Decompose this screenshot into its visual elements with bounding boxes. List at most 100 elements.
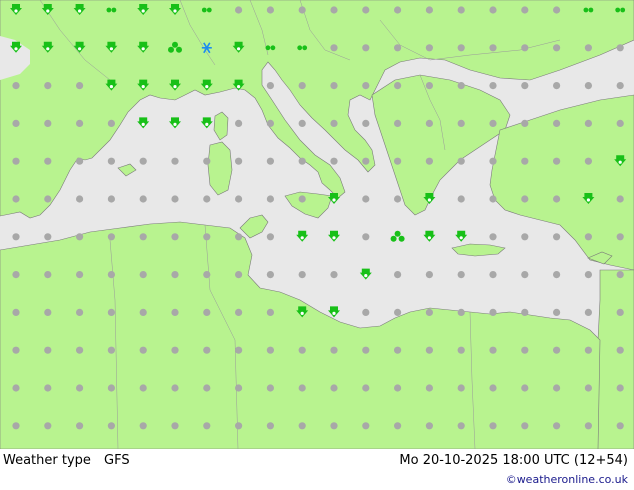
no-precipitation-dot bbox=[457, 308, 465, 316]
no-precipitation-dot bbox=[489, 6, 497, 14]
no-precipitation-dot bbox=[616, 422, 624, 430]
no-precipitation-dot bbox=[616, 233, 624, 241]
no-precipitation-dot bbox=[203, 422, 211, 430]
no-precipitation-dot bbox=[553, 44, 561, 52]
no-precipitation-dot bbox=[76, 233, 84, 241]
no-precipitation-dot bbox=[76, 308, 84, 316]
no-precipitation-dot bbox=[330, 82, 338, 90]
no-precipitation-dot bbox=[139, 233, 147, 241]
no-precipitation-dot bbox=[298, 119, 306, 127]
no-precipitation-dot bbox=[298, 384, 306, 392]
no-precipitation-dot bbox=[489, 195, 497, 203]
no-precipitation-dot bbox=[616, 195, 624, 203]
no-precipitation-dot bbox=[489, 346, 497, 354]
no-precipitation-dot bbox=[12, 195, 20, 203]
no-precipitation-dot bbox=[489, 233, 497, 241]
no-precipitation-dot bbox=[394, 119, 402, 127]
no-precipitation-dot bbox=[12, 384, 20, 392]
no-precipitation-dot bbox=[394, 346, 402, 354]
no-precipitation-dot bbox=[521, 271, 529, 279]
no-precipitation-dot bbox=[139, 271, 147, 279]
no-precipitation-dot bbox=[425, 44, 433, 52]
no-precipitation-dot bbox=[235, 157, 243, 165]
no-precipitation-dot bbox=[76, 82, 84, 90]
map-canvas bbox=[0, 0, 634, 449]
no-precipitation-dot bbox=[362, 195, 370, 203]
no-precipitation-dot bbox=[139, 346, 147, 354]
no-precipitation-dot bbox=[12, 82, 20, 90]
no-precipitation-dot bbox=[107, 308, 115, 316]
no-precipitation-dot bbox=[44, 271, 52, 279]
no-precipitation-dot bbox=[457, 119, 465, 127]
no-precipitation-dot bbox=[139, 384, 147, 392]
no-precipitation-dot bbox=[235, 6, 243, 14]
no-precipitation-dot bbox=[457, 422, 465, 430]
no-precipitation-dot bbox=[394, 308, 402, 316]
no-precipitation-dot bbox=[489, 44, 497, 52]
no-precipitation-dot bbox=[457, 195, 465, 203]
no-precipitation-dot bbox=[76, 157, 84, 165]
model-label: GFS bbox=[104, 453, 130, 468]
no-precipitation-dot bbox=[584, 384, 593, 392]
no-precipitation-dot bbox=[330, 271, 338, 279]
no-precipitation-dot bbox=[12, 157, 20, 165]
credit-link[interactable]: ©weatheronline.co.uk bbox=[506, 473, 628, 486]
no-precipitation-dot bbox=[584, 44, 593, 52]
no-precipitation-dot bbox=[457, 384, 465, 392]
no-precipitation-dot bbox=[584, 82, 593, 90]
no-precipitation-dot bbox=[616, 44, 624, 52]
no-precipitation-dot bbox=[171, 157, 179, 165]
land-sardinia bbox=[207, 141, 233, 196]
no-precipitation-dot bbox=[12, 271, 20, 279]
no-precipitation-dot bbox=[298, 82, 306, 90]
no-precipitation-dot bbox=[489, 308, 497, 316]
no-precipitation-dot bbox=[330, 157, 338, 165]
no-precipitation-dot bbox=[203, 271, 211, 279]
valid-time: Mo 20-10-2025 18:00 UTC (12+54) bbox=[399, 453, 628, 468]
no-precipitation-dot bbox=[12, 119, 20, 127]
no-precipitation-dot bbox=[457, 271, 465, 279]
no-precipitation-dot bbox=[298, 195, 306, 203]
no-precipitation-dot bbox=[107, 119, 115, 127]
no-precipitation-dot bbox=[107, 233, 115, 241]
no-precipitation-dot bbox=[616, 119, 624, 127]
no-precipitation-dot bbox=[203, 384, 211, 392]
no-precipitation-dot bbox=[107, 346, 115, 354]
no-precipitation-dot bbox=[203, 308, 211, 316]
no-precipitation-dot bbox=[521, 195, 529, 203]
no-precipitation-dot bbox=[171, 422, 179, 430]
no-precipitation-dot bbox=[425, 6, 433, 14]
no-precipitation-dot bbox=[521, 346, 529, 354]
no-precipitation-dot bbox=[298, 422, 306, 430]
no-precipitation-dot bbox=[44, 157, 52, 165]
no-precipitation-dot bbox=[330, 119, 338, 127]
no-precipitation-dot bbox=[76, 119, 84, 127]
no-precipitation-dot bbox=[457, 82, 465, 90]
no-precipitation-dot bbox=[425, 119, 433, 127]
no-precipitation-dot bbox=[584, 308, 593, 316]
no-precipitation-dot bbox=[616, 384, 624, 392]
no-precipitation-dot bbox=[330, 384, 338, 392]
no-precipitation-dot bbox=[235, 271, 243, 279]
no-precipitation-dot bbox=[266, 384, 274, 392]
no-precipitation-dot bbox=[107, 271, 115, 279]
no-precipitation-dot bbox=[139, 308, 147, 316]
no-precipitation-dot bbox=[457, 44, 465, 52]
no-precipitation-dot bbox=[76, 271, 84, 279]
no-precipitation-dot bbox=[171, 195, 179, 203]
no-precipitation-dot bbox=[489, 119, 497, 127]
no-precipitation-dot bbox=[584, 271, 593, 279]
weather-map bbox=[0, 0, 634, 449]
no-precipitation-dot bbox=[394, 82, 402, 90]
no-precipitation-dot bbox=[235, 384, 243, 392]
no-precipitation-dot bbox=[553, 422, 561, 430]
no-precipitation-dot bbox=[425, 422, 433, 430]
no-precipitation-dot bbox=[521, 308, 529, 316]
no-precipitation-dot bbox=[12, 233, 20, 241]
no-precipitation-dot bbox=[362, 82, 370, 90]
no-precipitation-dot bbox=[266, 195, 274, 203]
no-precipitation-dot bbox=[521, 422, 529, 430]
no-precipitation-dot bbox=[171, 346, 179, 354]
no-precipitation-dot bbox=[584, 119, 593, 127]
no-precipitation-dot bbox=[553, 82, 561, 90]
